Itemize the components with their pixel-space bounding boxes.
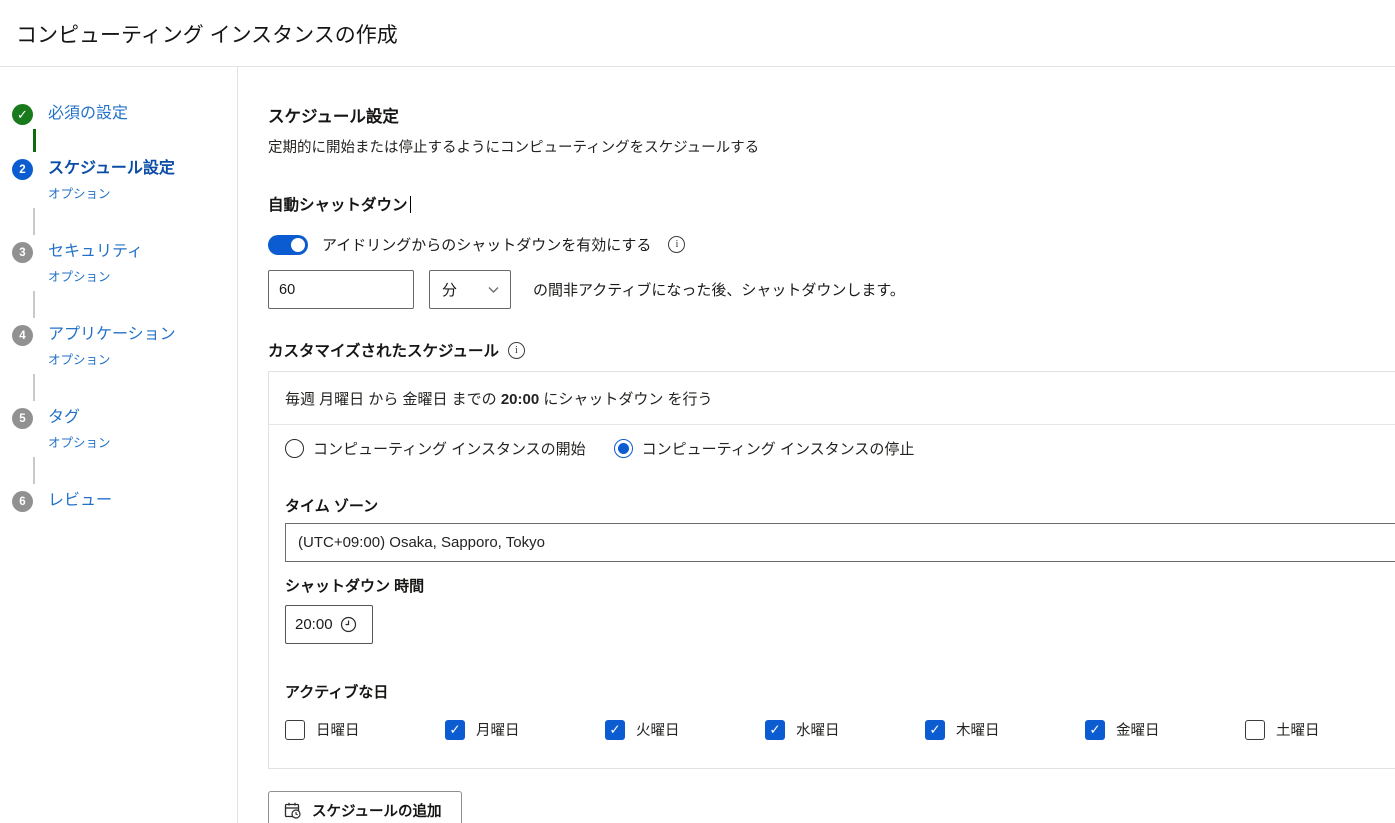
section-heading: スケジュール設定 [268,103,1395,127]
schedule-summary-time: 20:00 [501,391,539,408]
info-icon[interactable] [508,342,525,359]
checkbox-checked-icon [445,720,465,740]
checkbox-unchecked-icon [285,720,305,740]
shutdown-time-value: 20:00 [295,616,333,633]
add-schedule-button[interactable]: スケジュールの追加 [268,791,462,823]
step-optional-tag: オプション [48,349,176,368]
step-complete-check-icon [12,104,33,125]
checkbox-unchecked-icon [1245,720,1265,740]
checkbox-checked-icon [605,720,625,740]
auto-shutdown-heading: 自動シャットダウン [268,193,1395,215]
step-number-icon: 3 [12,242,33,263]
step-number-icon: 5 [12,408,33,429]
sidebar-step-required-settings[interactable]: 必須の設定 [12,103,237,125]
step-number-icon: 4 [12,325,33,346]
day-checkbox-monday[interactable]: 月曜日 [445,719,605,740]
step-connector [33,457,35,484]
step-optional-tag: オプション [48,266,143,285]
timezone-value: (UTC+09:00) Osaka, Sapporo, Tokyo [298,534,545,551]
wizard-steps-sidebar: 必須の設定 2 スケジュール設定 オプション 3 セキュリティ オプション 4 … [0,67,238,823]
step-connector [33,291,35,318]
page-title: コンピューティング インスタンスの作成 [16,19,1395,49]
step-label[interactable]: 必須の設定 [48,103,128,124]
checkbox-checked-icon [765,720,785,740]
step-label[interactable]: アプリケーション [48,324,176,345]
text-cursor [410,196,411,213]
step-optional-tag: オプション [48,432,111,451]
sidebar-step-tags[interactable]: 5 タグ オプション [12,407,237,451]
idle-shutdown-toggle[interactable] [268,235,308,255]
clock-icon [340,616,357,633]
checkbox-checked-icon [1085,720,1105,740]
time-unit-value: 分 [442,279,457,300]
shutdown-time-label: シャットダウン 時間 [285,575,1395,596]
schedule-card: 毎週 月曜日 から 金曜日 までの 20:00 にシャットダウン を行う コンピ… [268,371,1395,769]
section-description: 定期的に開始または停止するようにコンピューティングをスケジュールする [268,136,1395,157]
radio-unselected-icon [285,439,304,458]
add-schedule-button-label: スケジュールの追加 [312,800,441,821]
idle-shutdown-toggle-label: アイドリングからのシャットダウンを有効にする [322,234,651,255]
sidebar-step-applications[interactable]: 4 アプリケーション オプション [12,324,237,368]
step-connector [33,129,36,152]
step-label[interactable]: レビュー [48,490,112,511]
radio-selected-icon [614,439,633,458]
calendar-clock-icon [283,801,302,820]
day-checkbox-tuesday[interactable]: 火曜日 [605,719,765,740]
chevron-down-icon [487,283,500,296]
custom-schedule-heading: カスタマイズされたスケジュール [268,339,499,361]
info-icon[interactable] [668,236,685,253]
idle-minutes-input[interactable] [268,270,414,309]
step-label[interactable]: スケジュール設定 [48,158,175,179]
page-header: コンピューティング インスタンスの作成 [0,0,1395,67]
step-number-icon: 6 [12,491,33,512]
step-label[interactable]: セキュリティ [48,241,143,262]
shutdown-time-input[interactable]: 20:00 [285,605,373,644]
active-days-group: 日曜日 月曜日 火曜日 水曜日 木曜日 [285,719,1395,740]
radio-stop-compute-instance[interactable]: コンピューティング インスタンスの停止 [614,438,915,459]
sidebar-step-schedule-settings[interactable]: 2 スケジュール設定 オプション [12,158,237,202]
sidebar-step-security[interactable]: 3 セキュリティ オプション [12,241,237,285]
time-unit-dropdown[interactable]: 分 [429,270,511,309]
step-connector [33,208,35,235]
sidebar-step-review[interactable]: 6 レビュー [12,490,237,512]
day-checkbox-wednesday[interactable]: 水曜日 [765,719,925,740]
day-checkbox-thursday[interactable]: 木曜日 [925,719,1085,740]
day-checkbox-friday[interactable]: 金曜日 [1085,719,1245,740]
step-label[interactable]: タグ [48,407,111,428]
timezone-label: タイム ゾーン [285,495,1395,516]
checkbox-checked-icon [925,720,945,740]
day-checkbox-sunday[interactable]: 日曜日 [285,719,445,740]
day-checkbox-saturday[interactable]: 土曜日 [1245,719,1395,740]
step-optional-tag: オプション [48,183,175,202]
step-number-icon: 2 [12,159,33,180]
radio-start-compute-instance[interactable]: コンピューティング インスタンスの開始 [285,438,586,459]
toggle-knob [291,238,305,252]
active-days-label: アクティブな日 [285,681,1395,702]
timezone-dropdown[interactable]: (UTC+09:00) Osaka, Sapporo, Tokyo [285,523,1395,562]
idle-suffix-text: の間非アクティブになった後、シャットダウンします。 [533,279,905,300]
schedule-summary: 毎週 月曜日 から 金曜日 までの 20:00 にシャットダウン を行う [269,372,1395,425]
step-connector [33,374,35,401]
schedule-settings-panel: スケジュール設定 定期的に開始または停止するようにコンピューティングをスケジュー… [238,67,1395,823]
